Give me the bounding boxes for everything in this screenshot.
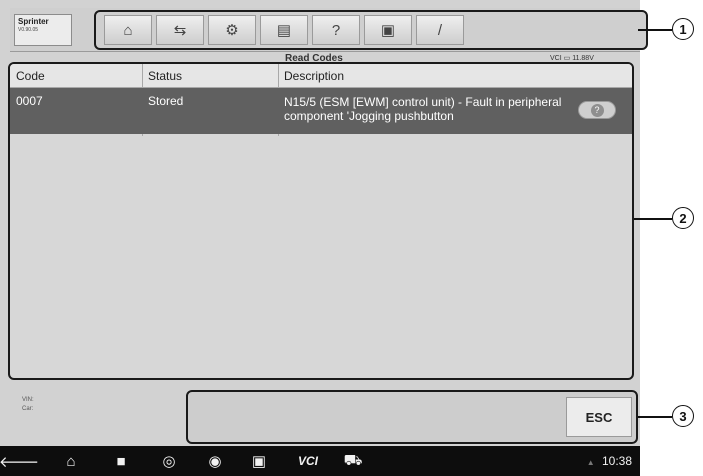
callout-line-3: [638, 416, 672, 418]
callout-1: 1: [672, 18, 694, 40]
browser-icon[interactable]: ◎: [156, 451, 182, 471]
save-button[interactable]: ▣: [364, 15, 412, 45]
vehicle-swap-button[interactable]: ⇆: [156, 15, 204, 45]
vehicle-name: Sprinter: [18, 17, 49, 26]
status-indicators: VCI ▭ 11.88V: [550, 54, 594, 62]
vin-info: VIN: Car:: [22, 396, 34, 414]
car-label: Car:: [22, 406, 34, 412]
vci-icon[interactable]: VCI: [292, 451, 324, 471]
home-icon: ⌂: [123, 21, 133, 39]
codes-table: Code Status Description 0007 Stored N15/…: [8, 62, 634, 380]
car-icon[interactable]: ⛟: [340, 451, 366, 471]
print-icon: ▤: [276, 22, 292, 39]
column-header-code: Code: [16, 69, 45, 83]
signal-icon: ▲: [586, 458, 595, 467]
settings-icon: ⚙: [225, 22, 239, 39]
callout-2: 2: [672, 207, 694, 229]
row-description: N15/5 (ESM [EWM] control unit) - Fault i…: [284, 95, 562, 123]
vehicle-swap-icon: ⇆: [173, 22, 187, 39]
print-button[interactable]: ▤: [260, 15, 308, 45]
help-icon: ?: [331, 21, 341, 39]
column-header-description: Description: [284, 69, 345, 83]
save-icon: ▣: [380, 22, 396, 39]
battery-icon: ▭: [563, 55, 571, 62]
vin-label: VIN:: [22, 397, 34, 403]
tablet-screen: Sprinter V0.90.05 ⌂ ⇆ ⚙ ▤ ? ▣ / Read Cod…: [0, 0, 648, 476]
callout-3: 3: [672, 405, 694, 427]
edit-icon: /: [437, 21, 443, 39]
vehicle-info: Sprinter V0.90.05: [14, 14, 72, 46]
status-clock: ▲ 10:38: [587, 454, 632, 468]
display-icon[interactable]: ▣: [246, 451, 272, 471]
row-code: 0007: [16, 94, 43, 108]
settings-button[interactable]: ⚙: [208, 15, 256, 45]
row-status: Stored: [148, 94, 184, 108]
edit-button[interactable]: /: [416, 15, 464, 45]
home-icon[interactable]: ⌂: [58, 451, 84, 471]
vehicle-version: V0.90.05: [18, 27, 39, 33]
system-navigation-bar: 🡐 ⌂ ■ ◎ ◉ ▣ VCI ⛟ ▲ 10:38: [0, 446, 640, 476]
top-toolbar: Sprinter V0.90.05 ⌂ ⇆ ⚙ ▤ ? ▣ /: [10, 8, 648, 52]
home-button[interactable]: ⌂: [104, 15, 152, 45]
help-icon: ?: [590, 103, 604, 117]
recent-apps-icon[interactable]: ■: [108, 451, 134, 471]
table-row[interactable]: 0007 Stored N15/5 (ESM [EWM] control uni…: [10, 88, 632, 134]
help-button[interactable]: ?: [312, 15, 360, 45]
back-icon[interactable]: 🡐: [0, 451, 39, 471]
vci-status: VCI: [550, 55, 562, 62]
battery-voltage: 11.88V: [572, 55, 594, 62]
esc-button[interactable]: ESC: [566, 397, 632, 437]
figure: Sprinter V0.90.05 ⌂ ⇆ ⚙ ▤ ? ▣ / Read Cod…: [0, 0, 703, 476]
toolbar-button-group: ⌂ ⇆ ⚙ ▤ ? ▣ /: [94, 10, 648, 50]
camera-icon[interactable]: ◉: [202, 451, 228, 471]
code-help-button[interactable]: ?: [578, 101, 616, 119]
callout-line-1: [638, 29, 672, 31]
callout-line-2: [634, 218, 672, 220]
time: 10:38: [601, 454, 632, 468]
functional-buttons-bar: ESC: [186, 390, 638, 444]
column-header-status: Status: [148, 69, 183, 83]
table-header: Code Status Description: [10, 64, 632, 88]
